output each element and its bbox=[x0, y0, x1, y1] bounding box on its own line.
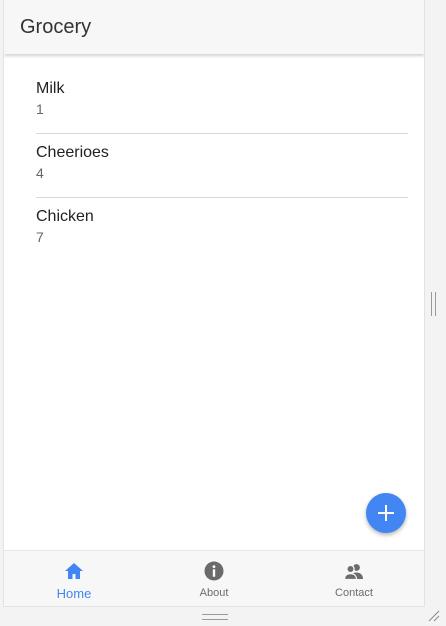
add-item-button[interactable] bbox=[366, 493, 406, 533]
item-name: Chicken bbox=[36, 208, 94, 225]
list-item[interactable]: Cheerioes 4 bbox=[36, 134, 408, 198]
list-item[interactable]: Chicken 7 bbox=[36, 198, 408, 261]
app-window: Grocery Milk 1 Cheerioes 4 Chicken 7 Hom… bbox=[4, 0, 424, 606]
list-item[interactable]: Milk 1 bbox=[36, 70, 408, 134]
tab-about[interactable]: About bbox=[144, 551, 284, 606]
tab-contact[interactable]: Contact bbox=[284, 551, 424, 606]
tab-home[interactable]: Home bbox=[4, 551, 144, 606]
bottom-resize-handle[interactable] bbox=[202, 614, 228, 620]
info-icon bbox=[204, 561, 224, 581]
item-name: Milk bbox=[36, 80, 65, 97]
item-quantity: 1 bbox=[36, 101, 44, 117]
bottom-navigation: Home About Contact bbox=[4, 550, 424, 606]
tab-contact-label: Contact bbox=[335, 587, 373, 599]
item-quantity: 7 bbox=[36, 229, 44, 245]
side-resize-handle[interactable] bbox=[431, 292, 436, 316]
page-title: Grocery bbox=[20, 16, 92, 38]
item-name: Cheerioes bbox=[36, 144, 109, 161]
home-icon bbox=[65, 563, 83, 579]
device-frame: Grocery Milk 1 Cheerioes 4 Chicken 7 Hom… bbox=[0, 0, 446, 626]
item-quantity: 4 bbox=[36, 165, 44, 181]
tab-about-label: About bbox=[199, 587, 229, 599]
people-icon bbox=[344, 564, 363, 581]
app-header: Grocery bbox=[4, 0, 424, 54]
grocery-list: Milk 1 Cheerioes 4 Chicken 7 bbox=[36, 70, 408, 261]
plus-icon bbox=[378, 505, 394, 521]
tab-home-label: Home bbox=[56, 586, 92, 601]
resize-corner-icon[interactable] bbox=[428, 610, 440, 622]
